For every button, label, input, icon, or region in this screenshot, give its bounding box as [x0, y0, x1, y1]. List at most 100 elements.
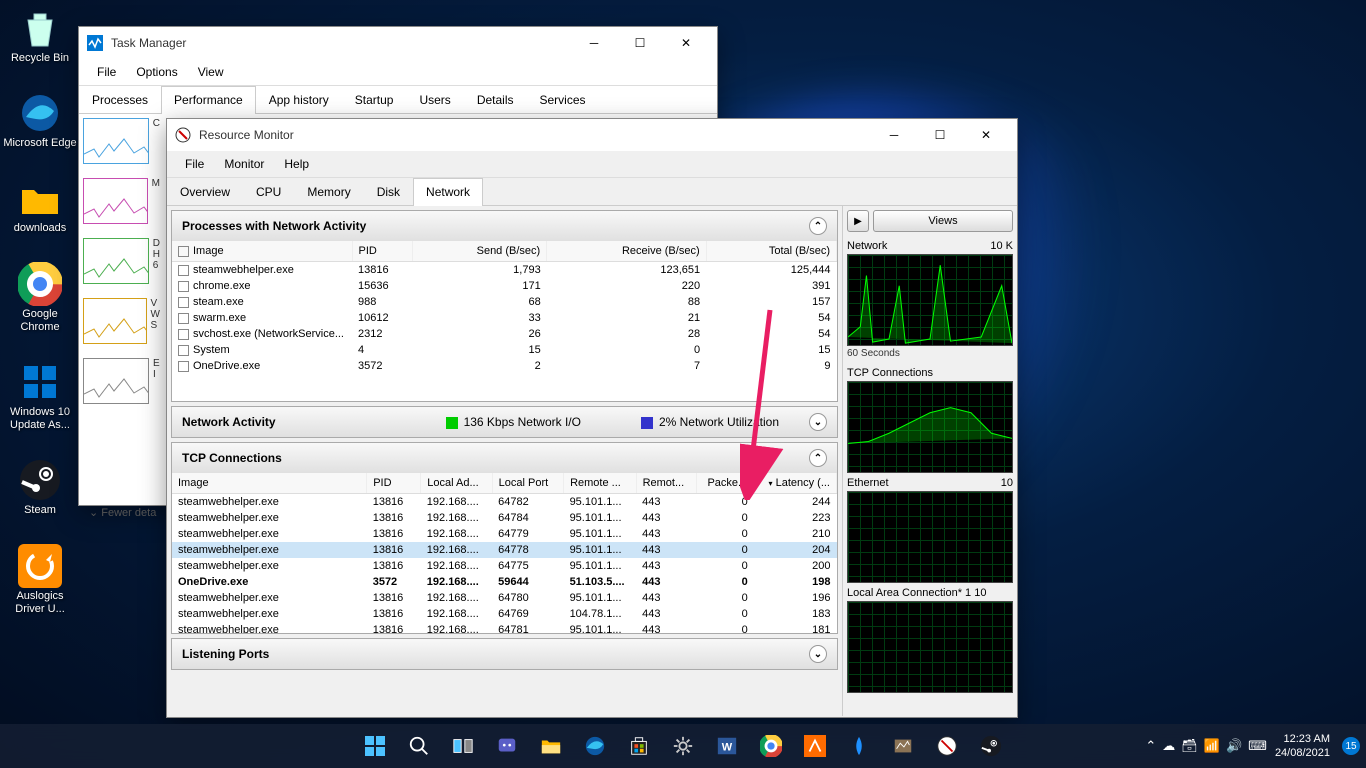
battery-tray-icon[interactable]: 🗃 — [1181, 738, 1198, 754]
col-header[interactable]: Remot... — [636, 473, 697, 494]
tray-chevron-icon[interactable]: ⌃ — [1145, 738, 1156, 754]
desktop-icon-edge[interactable]: Microsoft Edge — [0, 85, 80, 156]
taskbar-chrome-icon[interactable] — [751, 726, 791, 766]
col-header[interactable]: ▾ Latency (... — [754, 473, 837, 494]
taskbar-settings-icon[interactable] — [663, 726, 703, 766]
views-button[interactable]: Views — [873, 210, 1013, 232]
taskbar-word-icon[interactable]: W — [707, 726, 747, 766]
collapse-icon[interactable]: ⌃ — [809, 449, 827, 467]
process-row[interactable]: svchost.exe (NetworkService...2312262854 — [172, 326, 837, 342]
tab-app-history[interactable]: App history — [256, 86, 342, 113]
expand-icon[interactable]: ⌄ — [809, 413, 827, 431]
tm-mini-graph[interactable] — [83, 118, 149, 164]
maximize-button[interactable]: ☐ — [617, 27, 663, 59]
process-row[interactable]: System415015 — [172, 342, 837, 358]
col-header[interactable]: Local Ad... — [421, 473, 492, 494]
menu-file[interactable]: File — [87, 59, 126, 85]
col-header[interactable]: PID — [352, 241, 412, 262]
taskmgr-titlebar[interactable]: Task Manager ─ ☐ ✕ — [79, 27, 717, 59]
notification-badge[interactable]: 15 — [1342, 737, 1360, 755]
tcp-row[interactable]: steamwebhelper.exe13816192.168....647799… — [172, 526, 837, 542]
taskbar-app2-icon[interactable] — [839, 726, 879, 766]
taskbar-app1-icon[interactable] — [795, 726, 835, 766]
tcp-row[interactable]: OneDrive.exe3572192.168....5964451.103.5… — [172, 574, 837, 590]
tab-network[interactable]: Network — [413, 178, 483, 206]
col-header[interactable]: Image — [172, 241, 352, 262]
wifi-tray-icon[interactable]: 📶 — [1204, 738, 1220, 754]
tcp-row[interactable]: steamwebhelper.exe13816192.168....647789… — [172, 542, 837, 558]
desktop-icon-steam[interactable]: Steam — [0, 452, 80, 523]
menu-view[interactable]: View — [188, 59, 234, 85]
menu-file[interactable]: File — [175, 151, 214, 177]
tcp-panel-header[interactable]: TCP Connections ⌃ — [172, 443, 837, 473]
process-row[interactable]: chrome.exe15636171220391 — [172, 278, 837, 294]
tcp-row[interactable]: steamwebhelper.exe13816192.168....647829… — [172, 494, 837, 511]
tab-performance[interactable]: Performance — [161, 86, 256, 114]
taskbar-resmon-icon[interactable] — [927, 726, 967, 766]
tm-mini-graph[interactable] — [83, 298, 147, 344]
tab-startup[interactable]: Startup — [342, 86, 407, 113]
tab-processes[interactable]: Processes — [79, 86, 161, 113]
tab-disk[interactable]: Disk — [364, 178, 413, 205]
desktop-icon-auslogics[interactable]: Auslogics Driver U... — [0, 538, 80, 622]
col-header[interactable]: Remote ... — [564, 473, 637, 494]
minimize-button[interactable]: ─ — [571, 27, 617, 59]
taskbar-clock[interactable]: 12:23 AM 24/08/2021 — [1275, 732, 1334, 761]
nav-right-button[interactable]: ▶ — [847, 210, 869, 232]
process-row[interactable]: OneDrive.exe3572279 — [172, 358, 837, 374]
tcp-row[interactable]: steamwebhelper.exe13816192.168....647819… — [172, 622, 837, 633]
onedrive-tray-icon[interactable]: ☁ — [1162, 738, 1175, 754]
tm-mini-graph[interactable] — [83, 238, 149, 284]
taskbar-explorer-icon[interactable] — [531, 726, 571, 766]
menu-options[interactable]: Options — [126, 59, 187, 85]
col-header[interactable]: Send (B/sec) — [412, 241, 547, 262]
taskbar-start-icon[interactable] — [355, 726, 395, 766]
desktop-icon-downloads[interactable]: downloads — [0, 170, 80, 241]
tcp-row[interactable]: steamwebhelper.exe13816192.168....647849… — [172, 510, 837, 526]
minimize-button[interactable]: ─ — [871, 119, 917, 151]
taskbar-steam-icon[interactable] — [971, 726, 1011, 766]
tab-services[interactable]: Services — [527, 86, 599, 113]
desktop-icon-recycle-bin[interactable]: Recycle Bin — [0, 0, 80, 71]
col-header[interactable]: Receive (B/sec) — [547, 241, 706, 262]
maximize-button[interactable]: ☐ — [917, 119, 963, 151]
menu-help[interactable]: Help — [274, 151, 319, 177]
taskbar-app3-icon[interactable] — [883, 726, 923, 766]
tab-memory[interactable]: Memory — [294, 178, 363, 205]
system-tray[interactable]: ⌃ ☁ 🗃 📶 🔊 ⌨ — [1145, 738, 1267, 754]
network-activity-header[interactable]: Network Activity 136 Kbps Network I/O 2%… — [172, 407, 837, 437]
col-header[interactable]: Image — [172, 473, 367, 494]
col-header[interactable]: Local Port — [492, 473, 563, 494]
tm-mini-graph[interactable] — [83, 178, 148, 224]
tab-users[interactable]: Users — [406, 86, 463, 113]
process-row[interactable]: swarm.exe10612332154 — [172, 310, 837, 326]
taskbar-edge-icon[interactable] — [575, 726, 615, 766]
col-header[interactable]: PID — [367, 473, 421, 494]
resmon-titlebar[interactable]: Resource Monitor ─ ☐ ✕ — [167, 119, 1017, 151]
tcp-row[interactable]: steamwebhelper.exe13816192.168....647691… — [172, 606, 837, 622]
tcp-row[interactable]: steamwebhelper.exe13816192.168....647759… — [172, 558, 837, 574]
language-tray-icon[interactable]: ⌨ — [1248, 738, 1267, 754]
collapse-icon[interactable]: ⌃ — [809, 217, 827, 235]
process-row[interactable]: steam.exe9886888157 — [172, 294, 837, 310]
tab-overview[interactable]: Overview — [167, 178, 243, 205]
taskbar-taskview-icon[interactable] — [443, 726, 483, 766]
taskbar-search-icon[interactable] — [399, 726, 439, 766]
tm-mini-graph[interactable] — [83, 358, 149, 404]
listening-ports-header[interactable]: Listening Ports ⌄ — [172, 639, 837, 669]
processes-panel-header[interactable]: Processes with Network Activity ⌃ — [172, 211, 837, 241]
tab-details[interactable]: Details — [464, 86, 527, 113]
tcp-row[interactable]: steamwebhelper.exe13816192.168....647809… — [172, 590, 837, 606]
expand-icon[interactable]: ⌄ — [809, 645, 827, 663]
desktop-icon-win10-update[interactable]: Windows 10 Update As... — [0, 354, 80, 438]
close-button[interactable]: ✕ — [663, 27, 709, 59]
volume-tray-icon[interactable]: 🔊 — [1226, 738, 1242, 754]
taskbar-chat-icon[interactable] — [487, 726, 527, 766]
tab-cpu[interactable]: CPU — [243, 178, 294, 205]
col-header[interactable]: Packe... — [697, 473, 754, 494]
process-row[interactable]: steamwebhelper.exe138161,793123,651125,4… — [172, 262, 837, 279]
close-button[interactable]: ✕ — [963, 119, 1009, 151]
col-header[interactable]: Total (B/sec) — [706, 241, 836, 262]
taskbar-store-icon[interactable] — [619, 726, 659, 766]
menu-monitor[interactable]: Monitor — [214, 151, 274, 177]
